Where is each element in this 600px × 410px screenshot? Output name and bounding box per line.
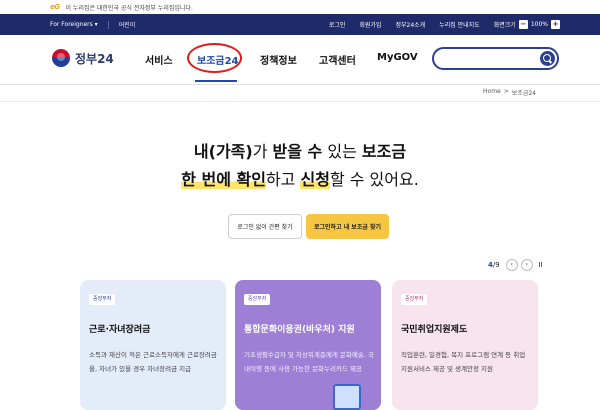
carousel-pager: 4/9 ‹ › II <box>488 259 546 271</box>
carousel-pause-icon[interactable]: II <box>536 259 546 271</box>
hero-heading-line2: 한 번에 확인하고 신청할 수 있어요. <box>181 170 419 189</box>
card-illustration-icon <box>333 384 361 410</box>
breadcrumb-current: 보조금24 <box>511 90 536 97</box>
search-box[interactable] <box>432 47 559 70</box>
card-badge: 중앙부처 <box>244 294 271 305</box>
government-notice-text: 이 누리집은 대한민국 공식 전자정부 누리집입니다. <box>65 4 193 12</box>
zoom-in-button[interactable]: + <box>551 20 560 29</box>
nav-services[interactable]: 서비스 <box>145 52 185 67</box>
card-title: 근로·자녀장려금 <box>89 325 151 335</box>
gov24-logo[interactable]: 정부24 <box>52 49 114 67</box>
login-search-button[interactable]: 로그인하고 내 보조금 찾기 <box>306 214 389 239</box>
signup-link[interactable]: 회원가입 <box>359 20 381 29</box>
card-badge: 중앙부처 <box>401 294 428 305</box>
divider <box>0 101 600 102</box>
subsidy-card[interactable]: 중앙부처 국민취업지원제도 직업훈련, 일경험, 복지 프로그램 연계 등 취업… <box>392 280 538 410</box>
hero-heading-line1: 내(가족)가 받을 수 있는 보조금 <box>193 142 407 161</box>
subsidy-card[interactable]: 중앙부처 근로·자녀장려금 소득과 재산이 적은 근로소득자에게 근로장려금을,… <box>80 280 226 410</box>
breadcrumb-separator: > <box>503 88 509 95</box>
kids-link[interactable]: 어린이 <box>119 20 136 29</box>
sitemap-link[interactable]: 누리집 안내지도 <box>439 20 480 29</box>
breadcrumb-home[interactable]: Home <box>483 88 501 97</box>
nav-customer-center[interactable]: 고객센터 <box>319 52 369 67</box>
annotation-circle <box>187 43 242 73</box>
card-description: 소득과 재산이 적은 근로소득자에게 근로장려금을, 자녀가 있을 경우 자녀장… <box>89 351 217 373</box>
carousel-next-icon[interactable]: › <box>520 259 533 271</box>
government-notice-bar: eG 이 누리집은 대한민국 공식 전자정부 누리집입니다. <box>0 0 600 14</box>
card-description: 기초생활수급자 및 차상위계층에게 문화예술, 국내여행 등에 사용 가능한 문… <box>244 351 374 373</box>
zoom-label: 화면크기 <box>493 22 516 29</box>
zoom-control: 화면크기 − 100% + <box>494 20 560 29</box>
search-icon[interactable] <box>540 51 555 66</box>
logo-text: 정부24 <box>75 51 114 66</box>
about-link[interactable]: 정부24소개 <box>395 20 425 29</box>
card-title: 통합문화이용권(바우처) 지원 <box>244 325 355 335</box>
active-tab-indicator <box>195 80 237 82</box>
divider <box>107 20 109 29</box>
guest-search-button[interactable]: 로그인 없이 간편 찾기 <box>228 214 302 239</box>
utility-bar: For Foreigners ▾ 어린이 로그인 회원가입 정부24소개 누리집… <box>0 14 600 35</box>
card-description: 직업훈련, 일경험, 복지 프로그램 연계 등 취업지원서비스 제공 및 생계안… <box>401 351 526 373</box>
taegeuk-logo-icon <box>52 49 70 67</box>
nav-policy-info[interactable]: 정책정보 <box>260 52 310 67</box>
card-title: 국민취업지원제도 <box>401 325 468 335</box>
zoom-value: 100% <box>530 21 548 28</box>
nav-mygov[interactable]: MyGOV <box>377 52 427 63</box>
subsidy-card[interactable]: 중앙부처 통합문화이용권(바우처) 지원 기초생활수급자 및 차상위계층에게 문… <box>235 280 381 410</box>
card-badge: 중앙부처 <box>89 294 116 305</box>
carousel-prev-icon[interactable]: ‹ <box>505 259 518 271</box>
breadcrumb: Home > 보조금24 <box>483 88 536 97</box>
zoom-out-button[interactable]: − <box>518 20 528 29</box>
login-link[interactable]: 로그인 <box>329 20 346 29</box>
carousel-counter: 4/9 <box>488 261 500 269</box>
for-foreigners-link[interactable]: For Foreigners ▾ <box>50 21 98 28</box>
egov-logo-icon: eG <box>50 3 60 11</box>
